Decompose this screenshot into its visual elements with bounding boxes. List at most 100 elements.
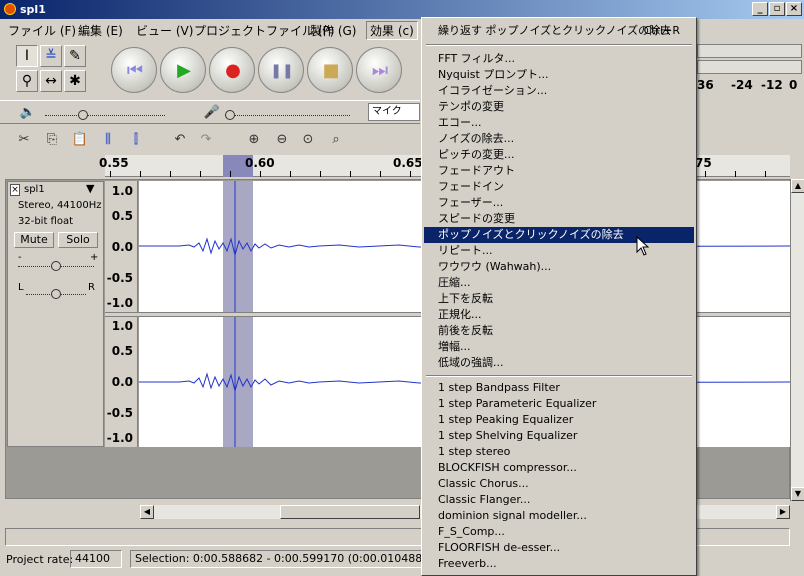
meter-label: -24 — [731, 78, 753, 92]
scale-label: 1.0 — [111, 184, 133, 198]
menu-item-click-pop-removal[interactable]: ポップノイズとクリックノイズの除去 — [424, 227, 694, 243]
menu-item-plugin[interactable]: 1 step Bandpass Filter — [424, 380, 694, 396]
scroll-right-icon[interactable]: ▶ — [776, 505, 790, 519]
zoom-out-icon[interactable]: ⊖ — [272, 130, 292, 150]
menu-item-plugin[interactable]: BLOCKFISH compressor... — [424, 460, 694, 476]
copy-icon[interactable]: ⎘ — [42, 130, 62, 150]
scroll-down-icon[interactable]: ▼ — [791, 487, 804, 501]
gain-slider-thumb[interactable] — [51, 261, 61, 271]
menu-item-plugin[interactable]: 1 step Shelving Equalizer — [424, 428, 694, 444]
menu-item-fade-in[interactable]: フェードイン — [424, 179, 694, 195]
silence-icon[interactable]: ⫿ — [126, 130, 146, 150]
menu-edit[interactable]: 編集 (E) — [78, 22, 123, 39]
mixer-toolbar: 🔈 🎤 マイク — [0, 100, 420, 124]
menu-item-plugin[interactable]: 1 step Peaking Equalizer — [424, 412, 694, 428]
pause-button[interactable]: ❚❚ — [258, 47, 304, 93]
menu-item-plugin[interactable]: Classic Chorus... — [424, 476, 694, 492]
menu-item-shortcut: Ctrl+R — [643, 24, 680, 37]
gain-plus-label: + — [90, 252, 99, 263]
menu-item-noise-removal[interactable]: ノイズの除去... — [424, 131, 694, 147]
menu-item-repeat[interactable]: リピート... — [424, 243, 694, 259]
input-source-select[interactable]: マイク — [368, 103, 420, 121]
scroll-left-icon[interactable]: ◀ — [140, 505, 154, 519]
scroll-thumb[interactable] — [280, 505, 420, 519]
menu-item-plugin[interactable]: Classic Flanger... — [424, 492, 694, 508]
multi-tool-icon[interactable]: ✱ — [64, 70, 86, 92]
zoom-in-icon[interactable]: ⊕ — [244, 130, 264, 150]
app-icon — [4, 3, 16, 15]
timeshift-tool-icon[interactable]: ↔ — [40, 70, 62, 92]
close-button[interactable]: × — [786, 2, 802, 16]
menu-item-compressor[interactable]: 圧縮... — [424, 275, 694, 291]
undo-icon[interactable]: ↶ — [170, 130, 190, 150]
track-bitdepth: 32-bit float — [18, 216, 74, 227]
menu-view[interactable]: ビュー (V) — [136, 22, 193, 39]
vertical-scrollbar[interactable]: ▲ ▼ — [790, 179, 804, 501]
play-button[interactable]: ▶ — [160, 47, 206, 93]
minimize-button[interactable]: _ — [752, 2, 768, 16]
menu-item-fade-out[interactable]: フェードアウト — [424, 163, 694, 179]
track-format: Stereo, 44100Hz — [18, 200, 102, 211]
ruler-label: 0.60 — [245, 156, 275, 170]
menu-effect[interactable]: 効果 (c) — [366, 21, 418, 40]
input-volume-thumb[interactable] — [225, 110, 235, 120]
menu-item-change-speed[interactable]: スピードの変更 — [424, 211, 694, 227]
menu-item-reverse[interactable]: 前後を反転 — [424, 323, 694, 339]
menu-item-plugin[interactable]: Freeverb... — [424, 556, 694, 572]
edit-toolbar: ✂ ⎘ 📋 ⫼ ⫿ ↶ ↷ ⊕ ⊖ ⊙ ⌕ — [0, 126, 420, 154]
track-menu-chevron-icon[interactable]: ▼ — [86, 182, 94, 195]
input-volume-track[interactable] — [225, 115, 350, 116]
redo-icon[interactable]: ↷ — [196, 130, 216, 150]
menu-item-change-pitch[interactable]: ピッチの変更... — [424, 147, 694, 163]
envelope-tool-icon[interactable]: ≚ — [40, 45, 62, 67]
menu-item-plugin[interactable]: FLOORFISH de-esser... — [424, 540, 694, 556]
output-volume-thumb[interactable] — [78, 110, 88, 120]
menu-item-invert[interactable]: 上下を反転 — [424, 291, 694, 307]
menu-item-bass-boost[interactable]: 低域の強調... — [424, 355, 694, 371]
menu-item-plugin[interactable]: dominion signal modeller... — [424, 508, 694, 524]
menu-generate[interactable]: 製作 (G) — [310, 22, 356, 39]
mouse-cursor-icon — [636, 236, 650, 256]
selection-tool-icon[interactable]: I — [16, 45, 38, 67]
draw-tool-icon[interactable]: ✎ — [64, 45, 86, 67]
scale-label: -0.5 — [106, 406, 133, 420]
track-name[interactable]: spl1 — [24, 184, 45, 195]
output-volume-track[interactable] — [45, 115, 165, 116]
play-icon: ▶ — [177, 60, 191, 81]
pan-slider-thumb[interactable] — [51, 289, 61, 299]
cut-icon[interactable]: ✂ — [14, 130, 34, 150]
menu-item-equalization[interactable]: イコライゼーション... — [424, 83, 694, 99]
menu-file[interactable]: ファイル (F) — [8, 22, 76, 39]
scale-label: 0.5 — [111, 344, 133, 358]
scroll-up-icon[interactable]: ▲ — [791, 179, 804, 193]
scale-label: -0.5 — [106, 271, 133, 285]
menu-item-amplify[interactable]: 増幅... — [424, 339, 694, 355]
record-button[interactable]: ● — [209, 47, 255, 93]
zoom-tool-icon[interactable]: ⚲ — [16, 70, 38, 92]
menu-item-repeat-last-effect[interactable]: 繰り返す ポップノイズとクリックノイズの除去 Ctrl+R — [424, 23, 694, 39]
menu-item-normalize[interactable]: 正規化... — [424, 307, 694, 323]
menu-item-phaser[interactable]: フェーザー... — [424, 195, 694, 211]
stop-button[interactable]: ■ — [307, 47, 353, 93]
scale-label: -1.0 — [106, 296, 133, 310]
menu-item-plugin[interactable]: F_S_Comp... — [424, 524, 694, 540]
fit-selection-icon[interactable]: ⊙ — [298, 130, 318, 150]
maximize-button[interactable]: ▫ — [769, 2, 785, 16]
fit-project-icon[interactable]: ⌕ — [326, 130, 346, 150]
mute-button[interactable]: Mute — [14, 232, 54, 248]
menu-item-plugin[interactable]: 1 step stereo — [424, 444, 694, 460]
skip-to-end-button[interactable]: ⏭ — [356, 47, 402, 93]
menu-item-nyquist-prompt[interactable]: Nyquist プロンプト... — [424, 67, 694, 83]
project-rate-field[interactable]: 44100 — [70, 550, 122, 568]
track-control-panel: × spl1 ▼ Stereo, 44100Hz 32-bit float Mu… — [7, 181, 104, 447]
menu-item-wahwah[interactable]: ワウワウ (Wahwah)... — [424, 259, 694, 275]
solo-button[interactable]: Solo — [58, 232, 98, 248]
menu-item-plugin[interactable]: 1 step Parameteric Equalizer — [424, 396, 694, 412]
paste-icon[interactable]: 📋 — [70, 130, 90, 150]
skip-to-start-button[interactable]: ⏮ — [111, 47, 157, 93]
menu-item-echo[interactable]: エコー... — [424, 115, 694, 131]
trim-icon[interactable]: ⫼ — [98, 130, 118, 150]
track-close-icon[interactable]: × — [10, 184, 20, 196]
menu-item-fft-filter[interactable]: FFT フィルタ... — [424, 51, 694, 67]
menu-item-change-tempo[interactable]: テンポの変更 — [424, 99, 694, 115]
